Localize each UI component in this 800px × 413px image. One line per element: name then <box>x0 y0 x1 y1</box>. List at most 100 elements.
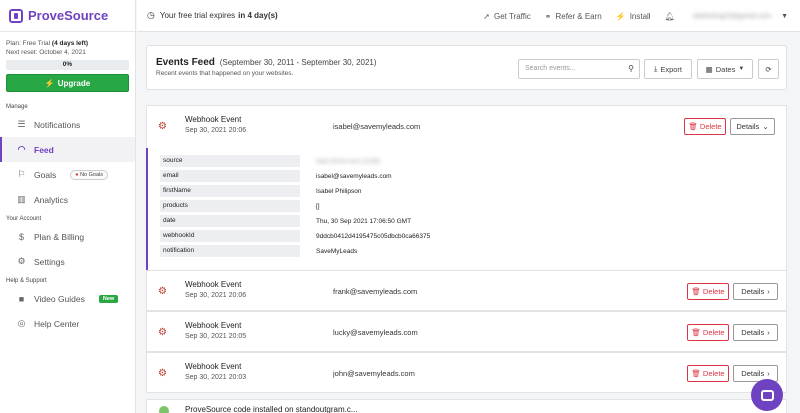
notifications-bell-button[interactable]: 🔔︎ <box>665 12 679 21</box>
trash-icon: 🗑︎ <box>691 328 701 337</box>
detail-row: products [] <box>160 200 320 212</box>
no-goals-badge: ● No Goals <box>70 169 109 180</box>
check-circle-icon <box>159 406 169 413</box>
sidebar-item-settings[interactable]: ⚙ Settings <box>0 249 135 274</box>
dates-dropdown[interactable]: ▦ Dates ▼ <box>697 59 753 79</box>
plan-info: Plan: Free Trial (4 days left) Next rese… <box>0 32 135 57</box>
top-link-label: Refer & Earn <box>555 11 602 21</box>
sidebar-item-video-guides[interactable]: ■ Video Guides New <box>0 286 135 311</box>
sidebar-item-label: Analytics <box>34 194 69 205</box>
sidebar-item-help-center[interactable]: ◎ Help Center <box>0 311 135 336</box>
list-icon: ☰ <box>17 119 26 129</box>
new-badge: New <box>98 294 119 303</box>
delete-button[interactable]: 🗑︎ Delete <box>687 283 729 300</box>
top-link-label: Get Traffic <box>494 11 531 21</box>
chevron-right-icon: › <box>767 369 770 378</box>
details-label: Details <box>741 328 765 337</box>
plan-days-left: (4 days left) <box>51 40 89 47</box>
export-button[interactable]: ⤓ Export <box>644 59 692 79</box>
detail-key: products <box>160 200 300 212</box>
event-title: Webhook Event <box>185 280 242 289</box>
event-email: john@savemyleads.com <box>333 369 415 378</box>
red-dot-icon: ● <box>75 171 79 178</box>
event-row[interactable]: ⚙ Webhook Event Sep 30, 2021 20:06 isabe… <box>146 105 787 149</box>
top-link-label: Install <box>629 11 651 21</box>
event-email: frank@savemyleads.com <box>333 287 418 296</box>
search-input[interactable]: Search events... ⚲ <box>518 59 640 79</box>
delete-label: Delete <box>702 328 725 337</box>
sidebar-item-analytics[interactable]: ▥ Analytics <box>0 187 135 212</box>
trash-icon: 🗑︎ <box>691 287 701 296</box>
sidebar: ProveSource Plan: Free Trial (4 days lef… <box>0 0 136 413</box>
detail-row: notification SaveMyLeads <box>160 245 357 257</box>
badge-label: No Goals <box>80 171 104 178</box>
event-time: Sep 30, 2021 20:05 <box>185 333 247 340</box>
delete-button[interactable]: 🗑︎ Delete <box>687 324 729 341</box>
feed-date-range: (September 30, 2011 - September 30, 2021… <box>219 58 377 67</box>
lightning-icon: ⚡ <box>44 78 55 88</box>
caret-down-icon[interactable]: ▼ <box>781 13 788 20</box>
chevron-right-icon: › <box>767 287 770 296</box>
detail-row: date Thu, 30 Sep 2021 17:06:50 GMT <box>160 215 411 227</box>
event-row[interactable]: ⚙ Webhook Event Sep 30, 2021 20:05 lucky… <box>146 311 787 352</box>
event-row[interactable]: ⚙ Webhook Event Sep 30, 2021 20:06 frank… <box>146 270 787 311</box>
gear-icon: ⚙ <box>17 256 26 266</box>
clock-icon: ◷ <box>147 10 155 20</box>
trial-text: Your free trial expires <box>159 11 236 20</box>
sidebar-item-label: Feed <box>34 144 54 155</box>
trial-notice: ◷ Your free trial expires in 4 day(s) <box>147 10 278 21</box>
chat-icon <box>760 389 774 401</box>
event-title: Webhook Event <box>185 321 242 330</box>
plan-value: Free Trial <box>22 40 51 47</box>
delete-button[interactable]: 🗑︎ Delete <box>687 365 729 382</box>
feed-header: Events Feed (September 30, 2011 - Septem… <box>146 45 787 90</box>
sidebar-item-goals[interactable]: ⚐ Goals ● No Goals <box>0 162 135 187</box>
plug-icon: ⚡ <box>615 11 626 21</box>
details-button[interactable]: Details › <box>733 283 778 300</box>
user-email[interactable]: sitetesting23@gmail.com <box>693 13 771 20</box>
search-placeholder: Search events... <box>525 65 576 72</box>
search-icon[interactable]: ⚲ <box>628 64 634 73</box>
event-row[interactable]: ProveSource code installed on standoutgr… <box>146 399 787 413</box>
dates-label: Dates <box>715 64 736 74</box>
upgrade-button[interactable]: ⚡ Upgrade <box>6 74 129 92</box>
export-label: Export <box>660 64 682 74</box>
reset-label: Next reset: <box>6 49 38 56</box>
event-row[interactable]: ⚙ Webhook Event Sep 30, 2021 20:03 john@… <box>146 352 787 393</box>
delete-button[interactable]: 🗑︎ Delete <box>684 118 726 135</box>
sidebar-item-feed[interactable]: ◠ Feed <box>0 137 135 162</box>
refer-earn-link[interactable]: ⚭ Refer & Earn <box>545 12 602 21</box>
bell-icon: 🔔︎ <box>664 11 675 21</box>
detail-row: webhookId 9ddcb0412d4195475c05dbcb0ca663… <box>160 230 430 242</box>
refresh-icon: ⟳ <box>765 64 772 74</box>
chevron-right-icon: › <box>767 328 770 337</box>
sidebar-item-plan-billing[interactable]: $ Plan & Billing <box>0 224 135 249</box>
reset-value: October 4, 2021 <box>39 49 86 56</box>
get-traffic-link[interactable]: ➚ Get Traffic <box>483 12 530 21</box>
detail-row: source Apix-Drive.com (1126) <box>160 155 380 167</box>
chevron-down-icon: ⌄ <box>762 122 769 131</box>
detail-value: [] <box>316 202 320 210</box>
rss-icon: ◠ <box>17 144 26 154</box>
details-label: Details <box>741 369 765 378</box>
trash-icon: 🗑︎ <box>688 122 698 131</box>
webhook-icon: ⚙ <box>158 368 167 379</box>
refresh-button[interactable]: ⟳ <box>758 59 779 79</box>
trial-days: in 4 day(s) <box>238 11 278 20</box>
details-button[interactable]: Details › <box>733 324 778 341</box>
section-label-account: Your Account <box>6 216 42 222</box>
webhook-icon: ⚙ <box>158 121 167 132</box>
usage-progress-bar: 0% <box>6 60 129 70</box>
detail-key: firstName <box>160 185 300 197</box>
event-title: Webhook Event <box>185 115 242 124</box>
flag-icon: ⚐ <box>17 169 26 179</box>
logo[interactable]: ProveSource <box>0 0 135 32</box>
details-button[interactable]: Details ⌄ <box>730 118 775 135</box>
sidebar-item-notifications[interactable]: ☰ Notifications <box>0 112 135 137</box>
delete-label: Delete <box>699 122 722 131</box>
detail-value: SaveMyLeads <box>316 247 358 255</box>
sidebar-item-label: Settings <box>34 256 65 267</box>
install-link[interactable]: ⚡ Install <box>616 12 651 21</box>
chat-launcher-button[interactable] <box>751 379 783 411</box>
brand-name: ProveSource <box>28 8 109 23</box>
